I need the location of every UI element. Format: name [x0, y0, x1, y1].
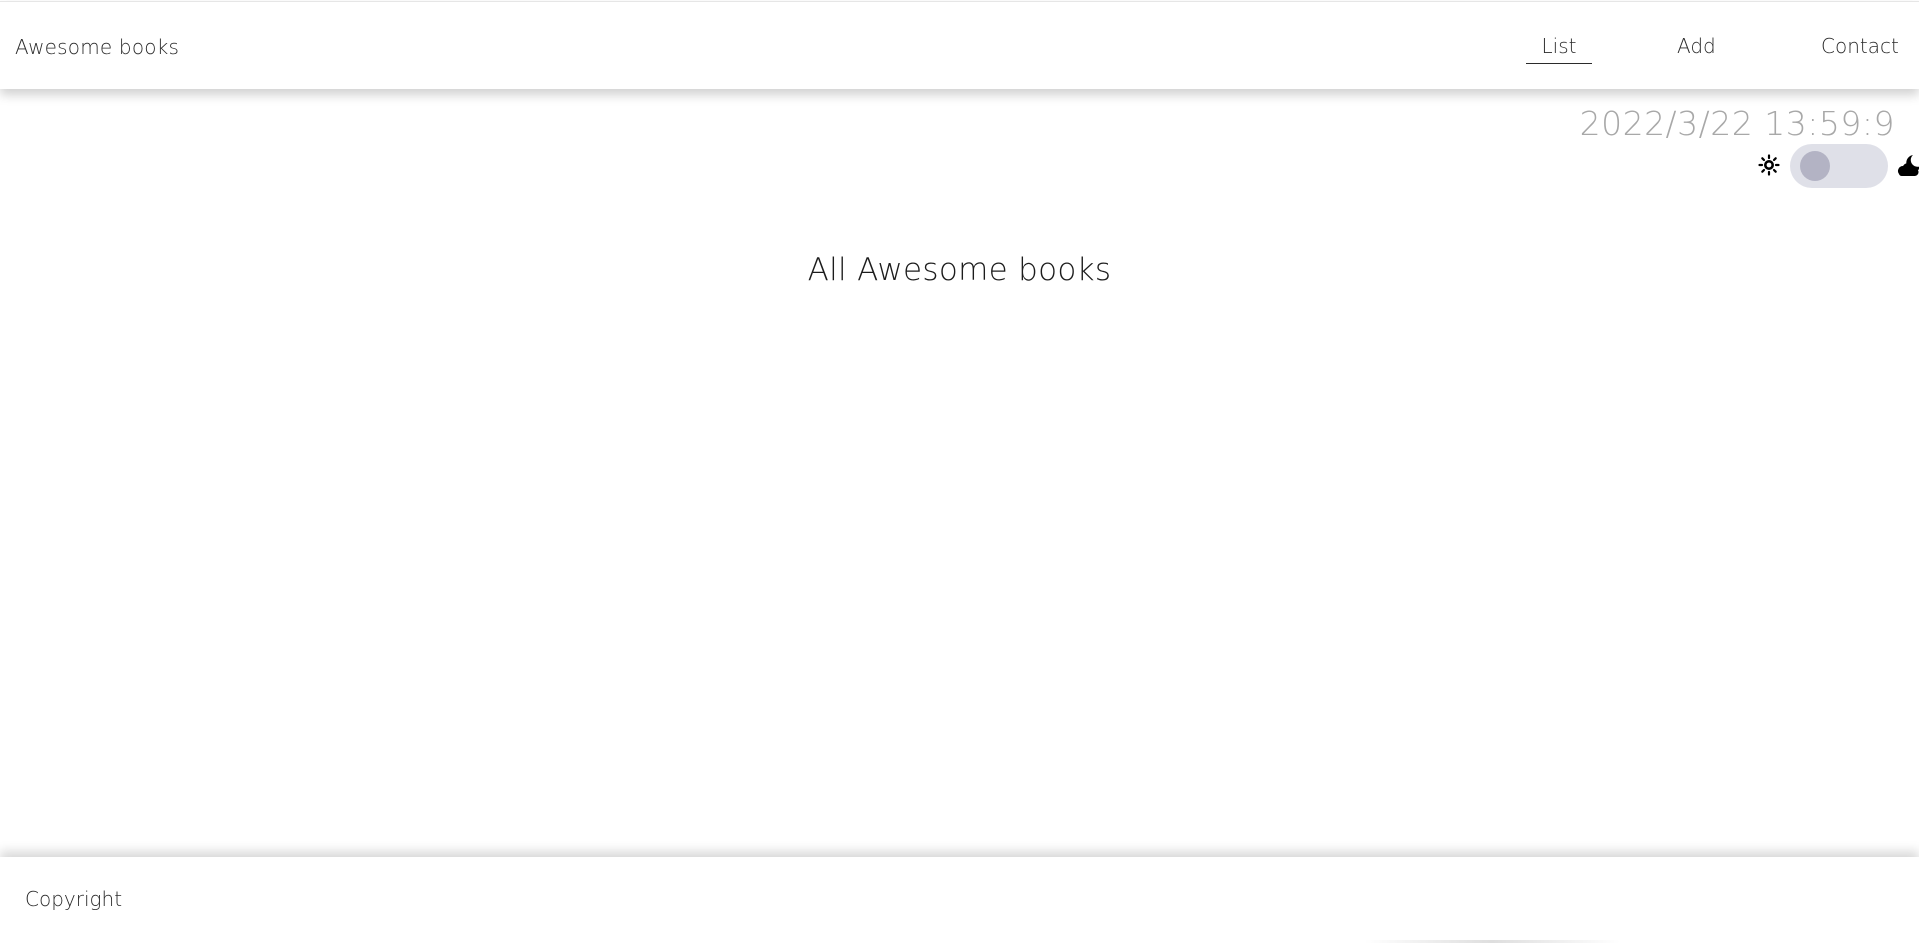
sun-icon [1758, 154, 1780, 176]
theme-toggle-switch[interactable] [1790, 144, 1888, 188]
nav-link-contact[interactable]: Contact [1821, 34, 1899, 58]
page: Awesome books List Add Contact 2022/3/22… [0, 0, 1919, 943]
toggle-knob [1800, 151, 1830, 181]
nav-link-add[interactable]: Add [1677, 34, 1716, 58]
moon-cloud-icon [1896, 152, 1919, 178]
copyright-text: Copyright [25, 887, 123, 911]
top-navbar: Awesome books List Add Contact [0, 1, 1919, 89]
footer: Copyright [0, 857, 1919, 943]
nav-link-list[interactable]: List [1526, 34, 1592, 64]
date-time-display: 2022/3/22 13:59:9 [1579, 104, 1895, 143]
page-title: All Awesome books [807, 252, 1112, 288]
brand-logo-text[interactable]: Awesome books [15, 35, 179, 59]
